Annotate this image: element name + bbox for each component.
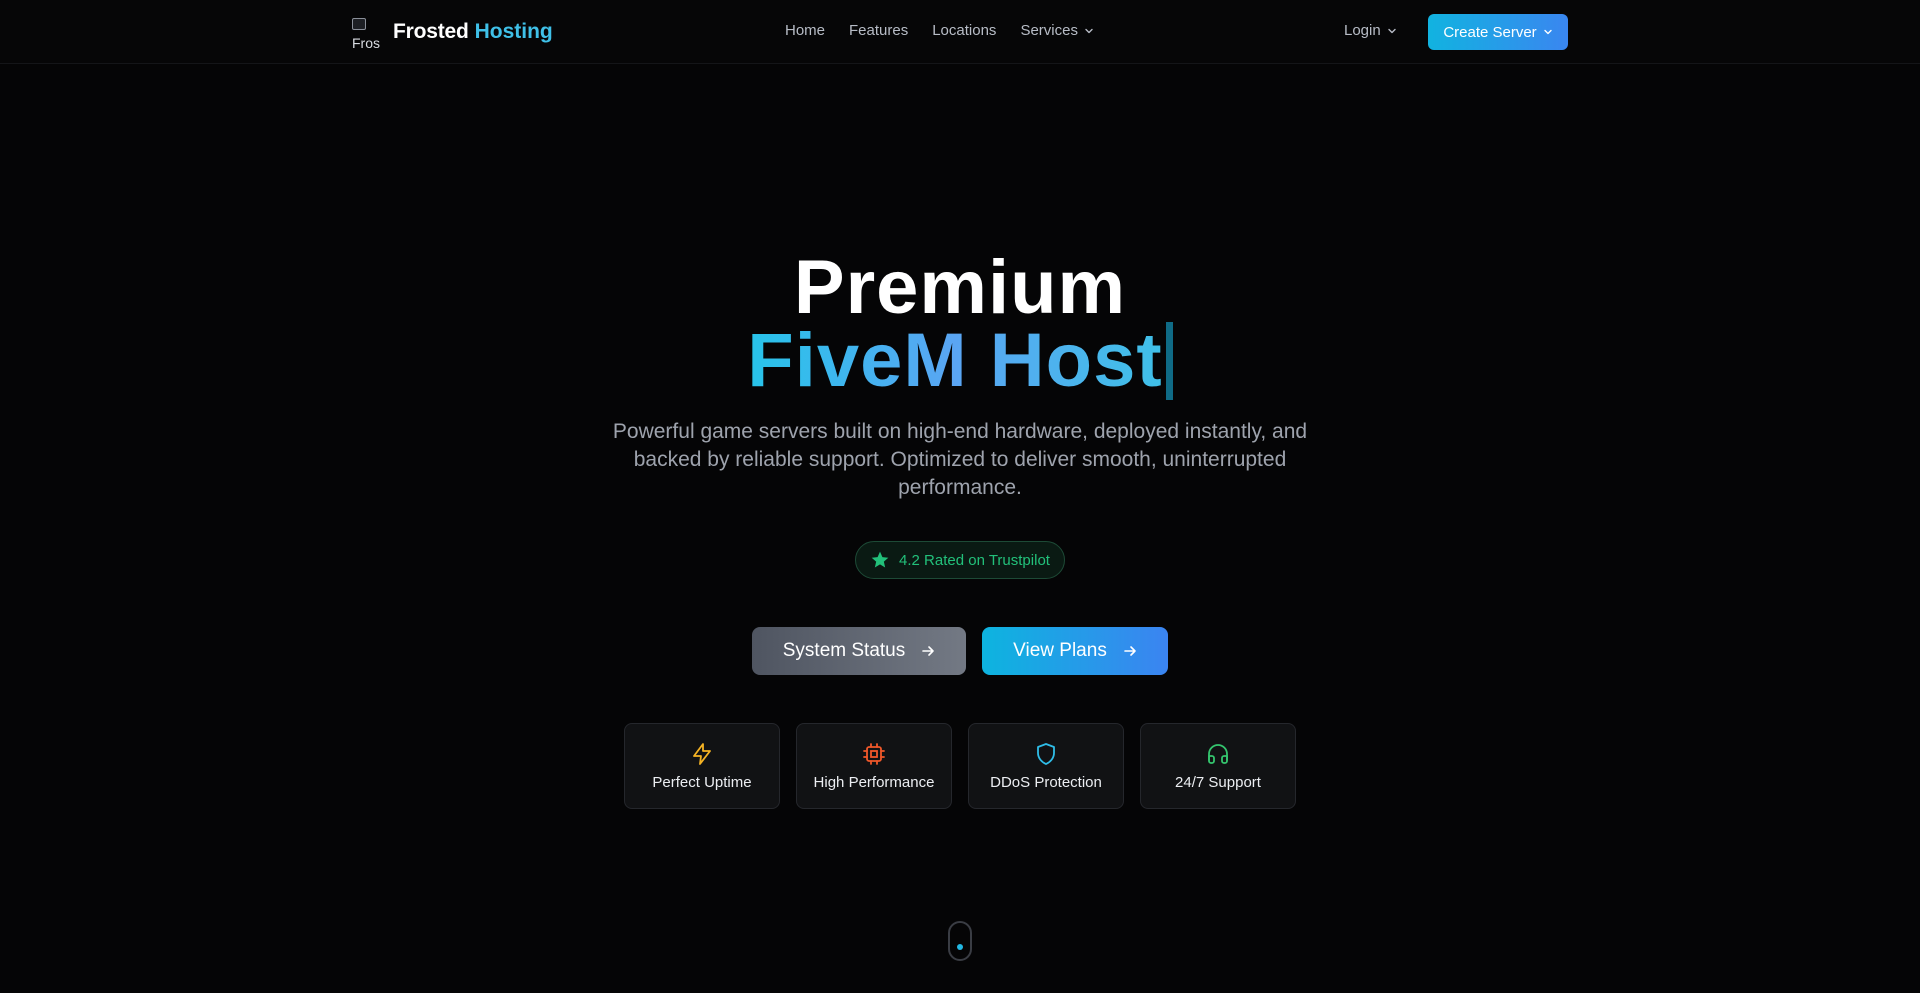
nav-link-label: Features <box>849 22 909 39</box>
scroll-indicator-dot <box>957 944 963 950</box>
view-plans-label: View Plans <box>1013 640 1107 661</box>
nav-link-features[interactable]: Features <box>849 22 908 39</box>
trustpilot-rating-badge[interactable]: 4.2 Rated on Trustpilot <box>855 541 1065 579</box>
cpu-icon <box>863 742 885 765</box>
brand-accent: Hosting <box>474 20 553 43</box>
feature-label: Perfect Uptime <box>652 773 752 791</box>
feature-label: High Performance <box>813 773 935 791</box>
lightning-icon <box>693 742 711 765</box>
hero-title-line2: FiveM Host <box>0 318 1920 404</box>
scroll-indicator[interactable] <box>948 921 972 961</box>
arrow-right-icon <box>1124 646 1136 656</box>
feature-cards: Perfect Uptime High Performance DDoS Pro… <box>624 723 1296 809</box>
create-server-button[interactable]: Create Server <box>1428 14 1568 50</box>
brand-logo: Fros <box>352 16 384 48</box>
view-plans-button[interactable]: View Plans <box>982 627 1168 675</box>
navbar: Fros Frosted Hosting Home Features Locat… <box>0 0 1920 64</box>
nav-link-label: Locations <box>932 22 997 39</box>
brand-name: Frosted <box>393 20 469 43</box>
chevron-down-icon <box>1388 28 1396 33</box>
arrow-right-icon <box>922 646 935 656</box>
hero-subtitle: Powerful game servers built on high-end … <box>612 420 1308 499</box>
star-icon <box>871 551 889 568</box>
feature-card-ddos: DDoS Protection <box>968 723 1124 809</box>
brand[interactable]: Fros Frosted Hosting <box>352 14 553 50</box>
nav-link-label: Home <box>785 22 826 39</box>
hero-title-gradient-text: FiveM Host <box>747 318 1163 403</box>
feature-card-uptime: Perfect Uptime <box>624 723 780 809</box>
feature-label: DDoS Protection <box>990 773 1102 791</box>
create-server-label: Create Server <box>1443 23 1537 41</box>
typing-caret <box>1165 322 1173 400</box>
nav-links: Home Features Locations Services <box>785 22 1094 39</box>
login-dropdown[interactable]: Login <box>1344 22 1397 39</box>
nav-link-services[interactable]: Services <box>1020 22 1094 39</box>
nav-link-home[interactable]: Home <box>785 22 825 39</box>
feature-label: 24/7 Support <box>1175 773 1261 791</box>
shield-icon <box>1037 742 1055 765</box>
trustpilot-rating-text: 4.2 Rated on Trustpilot <box>899 551 1050 569</box>
feature-card-performance: High Performance <box>796 723 952 809</box>
chevron-down-icon <box>1085 28 1093 33</box>
headphones-icon <box>1208 743 1228 764</box>
feature-card-support: 24/7 Support <box>1140 723 1296 809</box>
chevron-down-icon <box>1543 29 1552 35</box>
brand-logo-alt: Fros <box>352 35 380 48</box>
login-label: Login <box>1344 22 1381 39</box>
nav-link-label: Services <box>1020 22 1078 39</box>
system-status-button[interactable]: System Status <box>752 627 966 675</box>
system-status-label: System Status <box>782 640 906 661</box>
broken-image-icon <box>352 18 366 30</box>
nav-link-locations[interactable]: Locations <box>932 22 996 39</box>
